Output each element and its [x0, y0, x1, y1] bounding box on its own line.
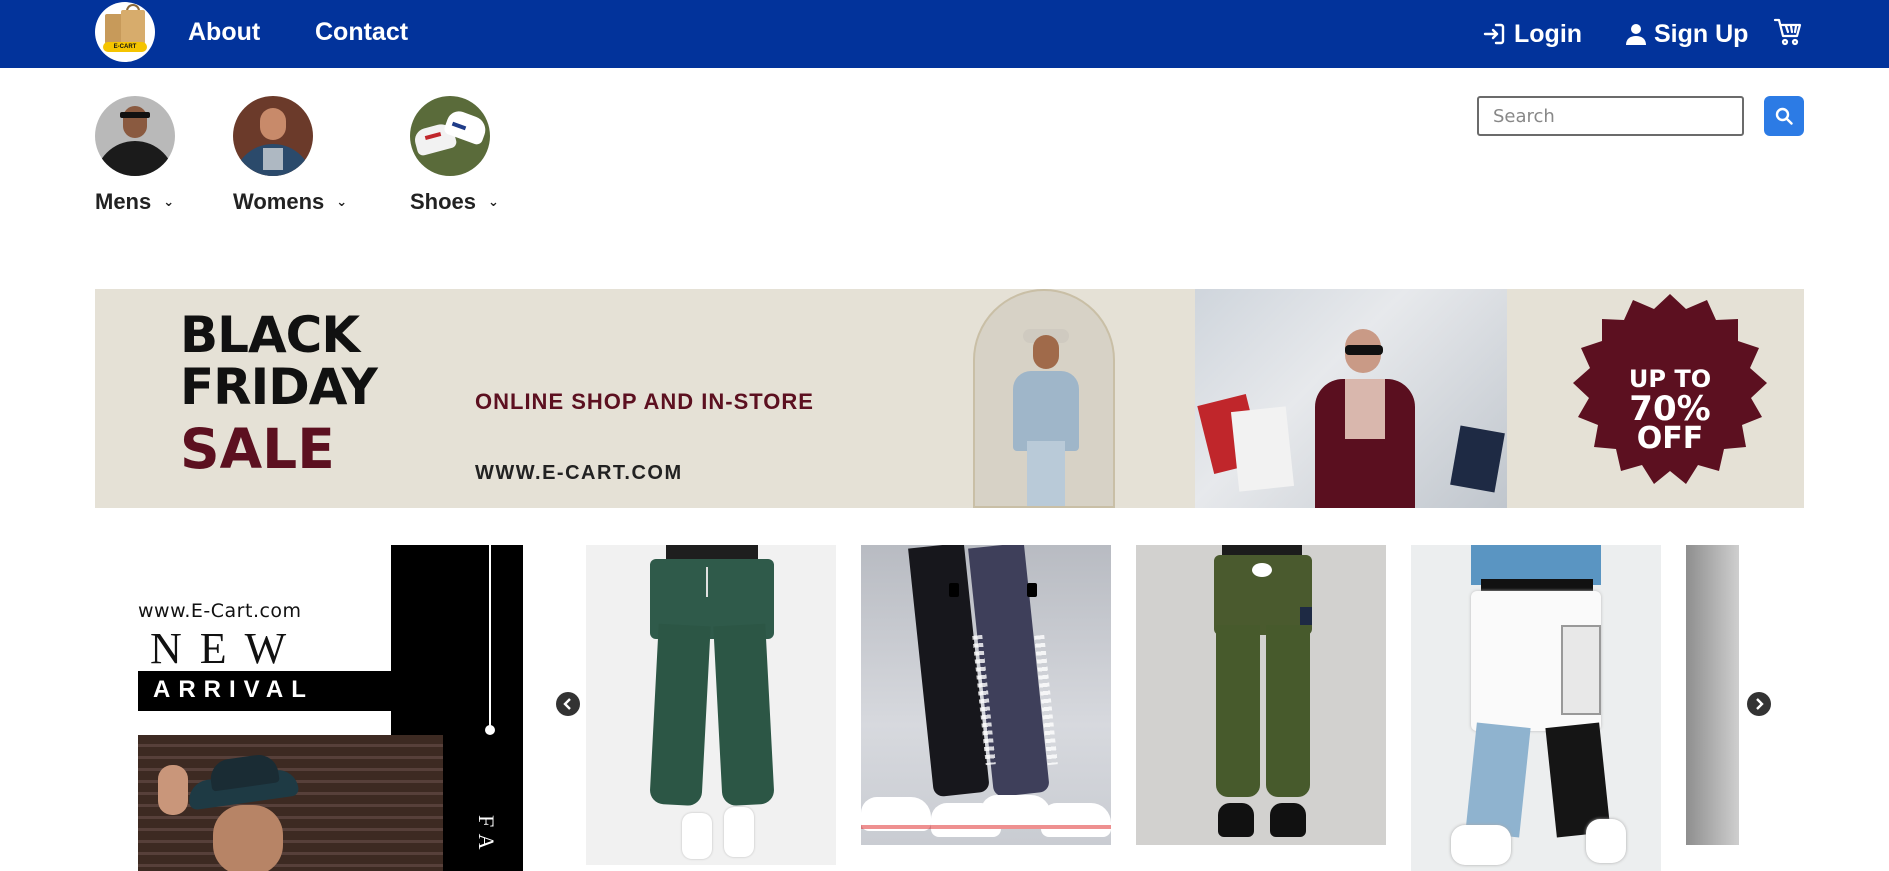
cart-icon[interactable] [1773, 17, 1803, 47]
search-input[interactable] [1477, 96, 1744, 136]
banner-tagline: ONLINE SHOP AND IN-STORE [475, 389, 814, 414]
promo-side-text: FA [474, 815, 499, 858]
chevron-down-icon: ⌄ [488, 194, 499, 209]
promo-arrival-text: ARRIVAL [153, 676, 314, 703]
chevron-down-icon: ⌄ [336, 194, 348, 209]
shoes-category-image [410, 96, 490, 176]
nav-contact-link[interactable]: Contact [315, 16, 408, 48]
promo-divider [489, 545, 491, 730]
ecart-logo[interactable]: E-CART [95, 2, 155, 62]
promo-new-text: NEW [150, 624, 305, 673]
carousel-next-button[interactable] [1747, 692, 1771, 716]
login-link[interactable]: Login [1482, 18, 1582, 50]
carousel-prev-button[interactable] [556, 692, 580, 716]
product-card[interactable] [1686, 545, 1739, 845]
chevron-down-icon: ⌄ [163, 194, 175, 209]
nav-about-link[interactable]: About [188, 16, 260, 48]
promo-website: www.E-Cart.com [138, 600, 302, 622]
product-card[interactable] [586, 545, 836, 865]
new-arrival-promo[interactable]: www.E-Cart.com NEW ARRIVAL FA [95, 545, 523, 871]
category-shoes[interactable]: Shoes ⌄ [410, 96, 499, 214]
promo-dot [485, 725, 495, 735]
womens-category-image [233, 96, 313, 176]
user-icon [1626, 24, 1646, 45]
signup-label: Sign Up [1654, 20, 1749, 48]
product-card[interactable] [1136, 545, 1386, 845]
mens-label-text: Mens [95, 189, 152, 214]
category-womens-label: Womens ⌄ [233, 189, 347, 215]
banner-shopper-photo [1195, 289, 1507, 508]
product-card[interactable] [1411, 545, 1661, 871]
banner-headline: BLACK FRIDAY [180, 306, 378, 416]
search-icon [1775, 107, 1793, 125]
shopping-bag-icon [121, 10, 145, 44]
category-womens[interactable]: Womens ⌄ [233, 96, 347, 214]
login-label: Login [1514, 20, 1583, 48]
badge-text: UP TO 70% OFF [1600, 364, 1740, 454]
womens-label-text: Womens [233, 189, 325, 214]
chevron-left-icon [563, 698, 571, 710]
banner-line-black: BLACK [180, 306, 360, 364]
category-mens-label: Mens ⌄ [95, 189, 174, 215]
login-icon [1483, 23, 1505, 45]
category-shoes-label: Shoes ⌄ [410, 189, 499, 215]
badge-percent: 70% [1629, 389, 1711, 429]
promo-model-photo [138, 735, 443, 871]
badge-off: OFF [1636, 421, 1704, 456]
shoes-label-text: Shoes [410, 189, 477, 214]
signup-link[interactable]: Sign Up [1626, 18, 1748, 50]
chevron-right-icon [1756, 698, 1764, 710]
banner-website: WWW.E-CART.COM [475, 462, 683, 484]
search-button[interactable] [1764, 96, 1804, 136]
black-friday-banner[interactable]: BLACK FRIDAY SALE ONLINE SHOP AND IN-STO… [95, 289, 1804, 508]
banner-sale-text: SALE [180, 417, 335, 481]
top-navbar: E-CART About Contact Login Sign Up [0, 0, 1889, 68]
product-card[interactable] [861, 545, 1111, 845]
banner-model-photo [973, 289, 1115, 508]
category-mens[interactable]: Mens ⌄ [95, 96, 175, 214]
logo-text: E-CART [103, 42, 147, 52]
mens-category-image [95, 96, 175, 176]
banner-line-friday: FRIDAY [180, 358, 378, 416]
